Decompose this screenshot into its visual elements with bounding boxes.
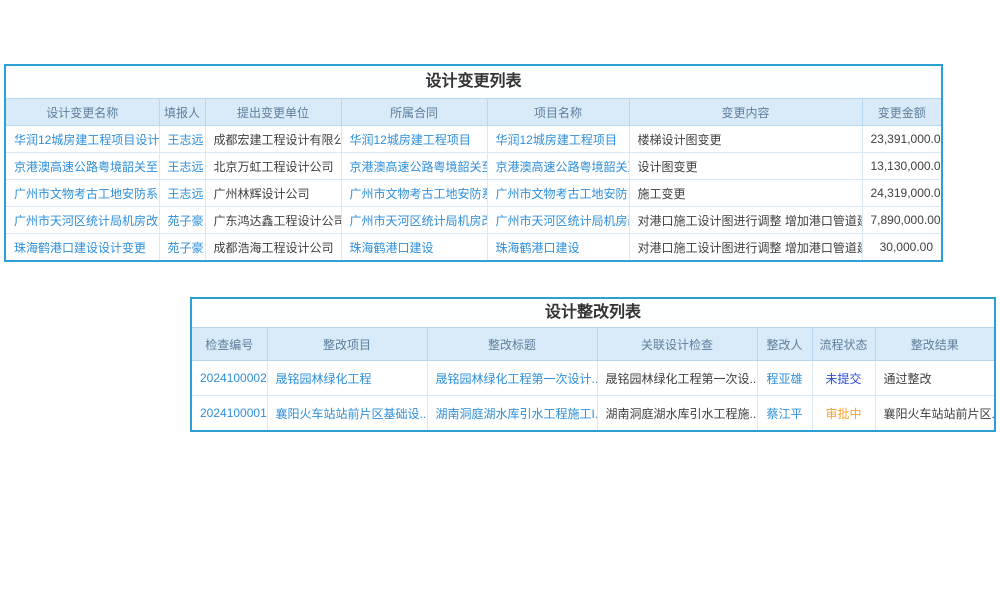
proposing-unit-cell: 广州林辉设计公司 xyxy=(205,180,341,207)
table-row: 广州市天河区统计局机房改... 苑子豪 广东鸿达鑫工程设计公司 广州市天河区统计… xyxy=(6,207,941,234)
reporter-link[interactable]: 王志远 xyxy=(159,180,205,207)
flow-status-badge: 审批中 xyxy=(812,396,875,431)
change-name-link[interactable]: 广州市文物考古工地安防系... xyxy=(6,180,159,207)
reporter-link[interactable]: 王志远 xyxy=(159,153,205,180)
rectify-person-link[interactable]: 程亚雄 xyxy=(757,361,812,396)
col-header-reporter: 填报人 xyxy=(159,99,205,126)
col-header-check-no: 检查编号 xyxy=(192,328,267,361)
col-header-flow-status: 流程状态 xyxy=(812,328,875,361)
col-header-related-check: 关联设计检查 xyxy=(597,328,757,361)
change-content-cell: 设计图变更 xyxy=(629,153,862,180)
design-rectify-table: 检查编号 整改项目 整改标题 关联设计检查 整改人 流程状态 整改结果 2024… xyxy=(192,327,994,430)
reporter-link[interactable]: 苑子豪 xyxy=(159,207,205,234)
change-amount-cell: 30,000.00 xyxy=(862,234,941,261)
design-change-table: 设计变更名称 填报人 提出变更单位 所属合同 项目名称 变更内容 变更金额 华润… xyxy=(6,98,941,260)
change-name-link[interactable]: 华润12城房建工程项目设计... xyxy=(6,126,159,153)
project-name-link[interactable]: 广州市文物考古工地安防系... xyxy=(487,180,629,207)
table-row: 2024100002 晟铭园林绿化工程 晟铭园林绿化工程第一次设计... 晟铭园… xyxy=(192,361,994,396)
project-name-link[interactable]: 广州市天河区统计局机房改... xyxy=(487,207,629,234)
project-name-link[interactable]: 华润12城房建工程项目 xyxy=(487,126,629,153)
rectify-person-link[interactable]: 蔡江平 xyxy=(757,396,812,431)
rectify-project-link[interactable]: 晟铭园林绿化工程 xyxy=(267,361,427,396)
table-row: 京港澳高速公路粤境韶关至... 王志远 北京万虹工程设计公司 京港澳高速公路粤境… xyxy=(6,153,941,180)
rectify-title-link[interactable]: 湖南洞庭湖水库引水工程施工I... xyxy=(427,396,597,431)
change-name-link[interactable]: 珠海鹤港口建设设计变更 xyxy=(6,234,159,261)
related-check-cell: 湖南洞庭湖水库引水工程施... xyxy=(597,396,757,431)
change-name-link[interactable]: 广州市天河区统计局机房改... xyxy=(6,207,159,234)
rectify-result-cell: 襄阳火车站站前片区... xyxy=(875,396,994,431)
project-name-link[interactable]: 珠海鹤港口建设 xyxy=(487,234,629,261)
table-row: 珠海鹤港口建设设计变更 苑子豪 成都浩海工程设计公司 珠海鹤港口建设 珠海鹤港口… xyxy=(6,234,941,261)
table-row: 华润12城房建工程项目设计... 王志远 成都宏建工程设计有限公司 华润12城房… xyxy=(6,126,941,153)
reporter-link[interactable]: 苑子豪 xyxy=(159,234,205,261)
contract-link[interactable]: 珠海鹤港口建设 xyxy=(341,234,487,261)
col-header-rectify-title: 整改标题 xyxy=(427,328,597,361)
flow-status-badge: 未提交 xyxy=(812,361,875,396)
col-header-contract: 所属合同 xyxy=(341,99,487,126)
table-row: 广州市文物考古工地安防系... 王志远 广州林辉设计公司 广州市文物考古工地安防… xyxy=(6,180,941,207)
change-name-link[interactable]: 京港澳高速公路粤境韶关至... xyxy=(6,153,159,180)
rectify-result-cell: 通过整改 xyxy=(875,361,994,396)
col-header-change-content: 变更内容 xyxy=(629,99,862,126)
col-header-proposing-unit: 提出变更单位 xyxy=(205,99,341,126)
col-header-change-name: 设计变更名称 xyxy=(6,99,159,126)
table-row: 2024100001 襄阳火车站站前片区基础设... 湖南洞庭湖水库引水工程施工… xyxy=(192,396,994,431)
check-no-link[interactable]: 2024100001 xyxy=(192,396,267,431)
change-amount-cell: 13,130,000.00 xyxy=(862,153,941,180)
reporter-link[interactable]: 王志远 xyxy=(159,126,205,153)
table-header-row: 检查编号 整改项目 整改标题 关联设计检查 整改人 流程状态 整改结果 xyxy=(192,328,994,361)
change-content-cell: 对港口施工设计图进行调整 增加港口管道建设工程 xyxy=(629,207,862,234)
proposing-unit-cell: 成都浩海工程设计公司 xyxy=(205,234,341,261)
change-content-cell: 楼梯设计图变更 xyxy=(629,126,862,153)
related-check-cell: 晟铭园林绿化工程第一次设... xyxy=(597,361,757,396)
col-header-rectify-result: 整改结果 xyxy=(875,328,994,361)
table-header-row: 设计变更名称 填报人 提出变更单位 所属合同 项目名称 变更内容 变更金额 xyxy=(6,99,941,126)
check-no-link[interactable]: 2024100002 xyxy=(192,361,267,396)
contract-link[interactable]: 京港澳高速公路粤境韶关至... xyxy=(341,153,487,180)
rectify-project-link[interactable]: 襄阳火车站站前片区基础设... xyxy=(267,396,427,431)
design-rectify-list-panel: 设计整改列表 检查编号 整改项目 整改标题 关联设计检查 整改人 流程状态 整改… xyxy=(190,297,996,432)
change-content-cell: 施工变更 xyxy=(629,180,862,207)
contract-link[interactable]: 华润12城房建工程项目 xyxy=(341,126,487,153)
design-change-list-panel: 设计变更列表 设计变更名称 填报人 提出变更单位 所属合同 项目名称 变更内容 … xyxy=(4,64,943,262)
change-amount-cell: 24,319,000.00 xyxy=(862,180,941,207)
contract-link[interactable]: 广州市天河区统计局机房改... xyxy=(341,207,487,234)
rectify-title-link[interactable]: 晟铭园林绿化工程第一次设计... xyxy=(427,361,597,396)
change-amount-cell: 23,391,000.00 xyxy=(862,126,941,153)
change-amount-cell: 7,890,000.00 xyxy=(862,207,941,234)
col-header-change-amount: 变更金额 xyxy=(862,99,941,126)
col-header-project-name: 项目名称 xyxy=(487,99,629,126)
proposing-unit-cell: 北京万虹工程设计公司 xyxy=(205,153,341,180)
proposing-unit-cell: 广东鸿达鑫工程设计公司 xyxy=(205,207,341,234)
design-rectify-list-title: 设计整改列表 xyxy=(192,299,994,327)
change-content-cell: 对港口施工设计图进行调整 增加港口管道建设工程 xyxy=(629,234,862,261)
contract-link[interactable]: 广州市文物考古工地安防系... xyxy=(341,180,487,207)
proposing-unit-cell: 成都宏建工程设计有限公司 xyxy=(205,126,341,153)
col-header-rectify-project: 整改项目 xyxy=(267,328,427,361)
project-name-link[interactable]: 京港澳高速公路粤境韶关至... xyxy=(487,153,629,180)
col-header-rectify-person: 整改人 xyxy=(757,328,812,361)
design-change-list-title: 设计变更列表 xyxy=(6,66,941,98)
